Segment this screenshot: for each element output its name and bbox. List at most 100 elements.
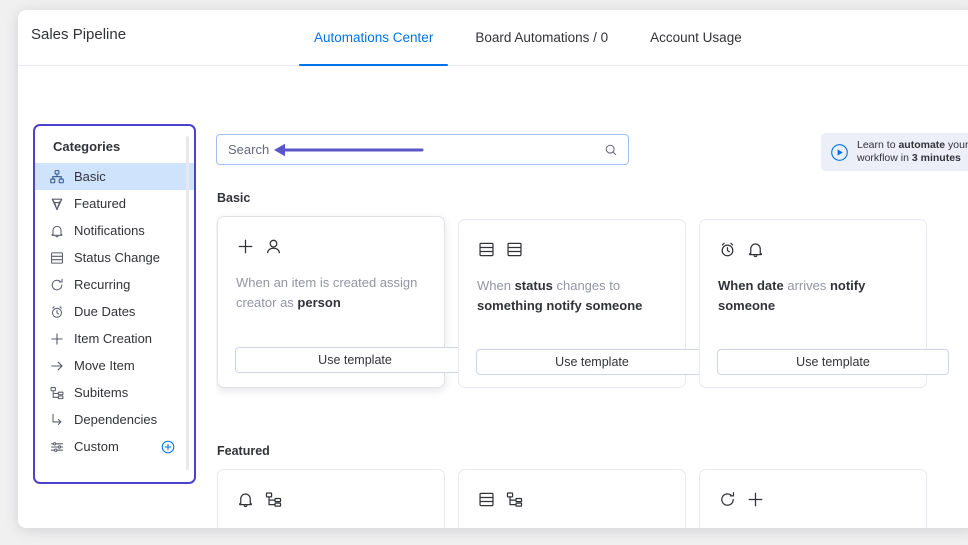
template-card[interactable]: When status changes to something notify … xyxy=(458,219,708,388)
plus-icon xyxy=(49,331,65,347)
play-circle-icon xyxy=(830,143,849,162)
promo-text: Learn to automate your workflow in 3 min… xyxy=(857,139,968,165)
category-list: Basic Featured Notifications Status Chan… xyxy=(35,163,194,460)
tab-automations-center[interactable]: Automations Center xyxy=(293,10,454,66)
card-text: When all subitems of an item have the st… xyxy=(236,526,426,528)
use-template-button[interactable]: Use template xyxy=(476,349,708,375)
card-icons xyxy=(477,238,667,260)
search-input[interactable] xyxy=(228,142,604,157)
sidebar-item-subitems[interactable]: Subitems xyxy=(35,379,194,406)
card-icons xyxy=(718,238,908,260)
subitems-icon xyxy=(265,491,282,507)
bell-icon xyxy=(749,242,762,257)
alarm-clock-icon xyxy=(721,242,734,256)
circle-plus-icon[interactable] xyxy=(160,439,176,455)
sidebar-item-status-change[interactable]: Status Change xyxy=(35,244,194,271)
card-text: When all subitems of an item have the st… xyxy=(477,526,667,528)
sidebar-item-label: Notifications xyxy=(74,223,145,238)
diamond-icon xyxy=(49,196,65,212)
template-card[interactable]: When all subitems of an item have the st… xyxy=(217,469,445,528)
card-text-part: When date xyxy=(718,278,784,293)
search-icon[interactable] xyxy=(604,143,618,157)
modal-body: Categories Basic Featured Notifications … xyxy=(18,66,968,528)
card-text: When date arrives notify someone xyxy=(718,276,908,316)
modal-header: Sales Pipeline Automations Center Board … xyxy=(18,10,968,66)
person-icon xyxy=(266,239,281,253)
sidebar-item-notifications[interactable]: Notifications xyxy=(35,217,194,244)
card-text: Every time period, create an item xyxy=(718,526,908,528)
tab-board-automations[interactable]: Board Automations / 0 xyxy=(454,10,629,66)
sidebar-item-label: Due Dates xyxy=(74,304,136,319)
board-icon xyxy=(507,242,522,256)
sidebar-item-item-creation[interactable]: Item Creation xyxy=(35,325,194,352)
sidebar-item-label: Item Creation xyxy=(74,331,153,346)
automations-center-modal: Sales Pipeline Automations Center Board … xyxy=(18,10,968,528)
templates-content: Learn to automate your workflow in 3 min… xyxy=(216,66,968,528)
template-card[interactable]: Every time period, create an item xyxy=(699,469,927,528)
template-card[interactable]: When all subitems of an item have the st… xyxy=(458,469,686,528)
promo-line1-bold: automate xyxy=(898,139,946,151)
alarm-clock-icon xyxy=(49,304,65,320)
board-icon xyxy=(49,250,65,266)
template-card[interactable]: When an item is created assign creator a… xyxy=(217,216,475,388)
template-card[interactable]: When date arrives notify someone Use tem… xyxy=(699,219,949,388)
card-icons xyxy=(236,235,426,257)
sliders-icon xyxy=(49,439,65,455)
sidebar-item-label: Featured xyxy=(74,196,127,211)
sidebar-item-label: Dependencies xyxy=(74,412,158,427)
sidebar-item-featured[interactable]: Featured xyxy=(35,190,194,217)
card-text-part: something notify someone xyxy=(477,298,643,313)
plus-icon xyxy=(748,492,763,506)
card-text-part: When xyxy=(477,278,515,293)
sidebar-item-label: Subitems xyxy=(74,385,129,400)
sidebar-item-label: Custom xyxy=(74,439,119,454)
sidebar-item-basic[interactable]: Basic xyxy=(35,163,194,190)
card-icons xyxy=(477,488,667,510)
promo-line2-pre: workflow in xyxy=(857,152,912,164)
search-box[interactable] xyxy=(216,134,629,165)
card-icons xyxy=(718,488,908,510)
categories-sidebar: Categories Basic Featured Notifications … xyxy=(33,124,196,484)
section-title-basic: Basic xyxy=(217,191,251,205)
arrow-right-icon xyxy=(49,358,65,374)
board-icon xyxy=(479,492,494,506)
use-template-button[interactable]: Use template xyxy=(717,349,949,375)
sidebar-item-move-item[interactable]: Move Item xyxy=(35,352,194,379)
card-text: When an item is created assign creator a… xyxy=(236,273,426,313)
card-text-part: changes to xyxy=(552,278,621,293)
sidebar-item-due-dates[interactable]: Due Dates xyxy=(35,298,194,325)
tab-bar: Automations Center Board Automations / 0… xyxy=(293,10,763,66)
dependency-icon xyxy=(49,412,65,428)
tab-account-usage[interactable]: Account Usage xyxy=(629,10,763,66)
sidebar-scrollbar[interactable] xyxy=(186,136,189,470)
sidebar-item-label: Status Change xyxy=(74,250,161,265)
sidebar-item-label: Recurring xyxy=(74,277,131,292)
plus-icon xyxy=(238,239,253,253)
use-template-button[interactable]: Use template xyxy=(235,347,475,373)
card-text-part: person xyxy=(297,295,341,310)
sidebar-heading: Categories xyxy=(53,139,121,154)
sidebar-item-custom[interactable]: Custom xyxy=(35,433,194,460)
section-title-featured: Featured xyxy=(217,444,270,458)
bell-icon xyxy=(49,223,65,239)
refresh-icon xyxy=(721,491,735,506)
refresh-icon xyxy=(49,277,65,293)
card-text-part: arrives xyxy=(783,278,830,293)
sidebar-item-label: Basic xyxy=(74,169,106,184)
sidebar-item-dependencies[interactable]: Dependencies xyxy=(35,406,194,433)
bell-icon xyxy=(239,492,252,507)
promo-line1-post: your xyxy=(945,139,968,151)
subitems-icon xyxy=(506,491,523,507)
card-text-part: status xyxy=(514,278,553,293)
sidebar-item-recurring[interactable]: Recurring xyxy=(35,271,194,298)
promo-line2-bold: 3 minutes xyxy=(911,152,961,164)
promo-line1-pre: Learn to xyxy=(857,139,899,151)
sidebar-item-label: Move Item xyxy=(74,358,135,373)
subitems-icon xyxy=(49,385,65,401)
card-icons xyxy=(236,488,426,510)
card-text: When status changes to something notify … xyxy=(477,276,667,316)
promo-banner[interactable]: Learn to automate your workflow in 3 min… xyxy=(821,133,968,171)
page-title: Sales Pipeline xyxy=(31,26,127,43)
search-row: Learn to automate your workflow in 3 min… xyxy=(216,133,968,171)
board-icon xyxy=(479,242,494,256)
